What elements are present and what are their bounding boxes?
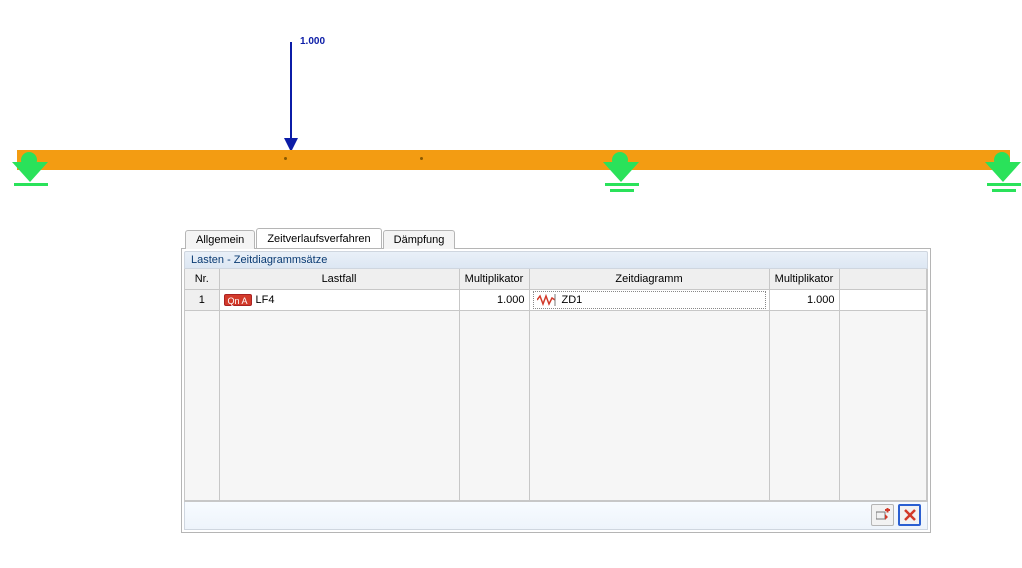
loads-groupbox: Lasten - Zeitdiagrammsätze Nr. Lastfall …: [181, 248, 931, 533]
tab-bar: Allgemein Zeitverlaufsverfahren Dämpfung: [181, 227, 931, 248]
tab-general[interactable]: Allgemein: [185, 230, 255, 249]
settings-panel: Allgemein Zeitverlaufsverfahren Dämpfung…: [181, 227, 931, 533]
loadcase-badge: Qn A: [224, 294, 252, 306]
delete-icon: [904, 509, 916, 521]
cell-nr[interactable]: 1: [185, 289, 219, 310]
col-header-loadcase[interactable]: Lastfall: [219, 269, 459, 289]
loads-table: Nr. Lastfall Multiplikator Zeitdiagramm …: [184, 269, 928, 502]
cell-mult1[interactable]: 1.000: [459, 289, 529, 310]
beam-node: [420, 157, 423, 160]
group-title: Lasten - Zeitdiagrammsätze: [184, 251, 928, 269]
cell-loadcase[interactable]: Qn A LF4: [219, 289, 459, 310]
col-header-mult2[interactable]: Multiplikator: [769, 269, 839, 289]
table-header: Nr. Lastfall Multiplikator Zeitdiagramm …: [185, 269, 927, 289]
beam: [17, 150, 1010, 170]
load-value-label: 1.000: [300, 36, 325, 47]
loadcase-name: LF4: [256, 294, 275, 306]
col-header-mult1[interactable]: Multiplikator: [459, 269, 529, 289]
timediagram-name: ZD1: [562, 294, 583, 306]
delete-row-button[interactable]: [898, 504, 921, 526]
table-row[interactable]: 1 Qn A LF4 1.000: [185, 289, 927, 310]
load-arrow-shaft: [290, 42, 292, 140]
cell-timediagram[interactable]: ZD1: [529, 289, 769, 310]
beam-diagram: 1.000: [0, 0, 1022, 210]
wave-icon: [537, 294, 557, 306]
table-empty-area: [185, 310, 927, 500]
cell-mult2[interactable]: 1.000: [769, 289, 839, 310]
col-header-extra[interactable]: [839, 269, 927, 289]
insert-icon: [876, 508, 890, 522]
col-header-nr[interactable]: Nr.: [185, 269, 219, 289]
tab-damping[interactable]: Dämpfung: [383, 230, 456, 249]
tab-time-history[interactable]: Zeitverlaufsverfahren: [256, 228, 381, 248]
panel-footer: [184, 502, 928, 530]
col-header-timediagram[interactable]: Zeitdiagramm: [529, 269, 769, 289]
cell-extra[interactable]: [839, 289, 927, 310]
beam-node: [284, 157, 287, 160]
insert-row-button[interactable]: [871, 504, 894, 526]
